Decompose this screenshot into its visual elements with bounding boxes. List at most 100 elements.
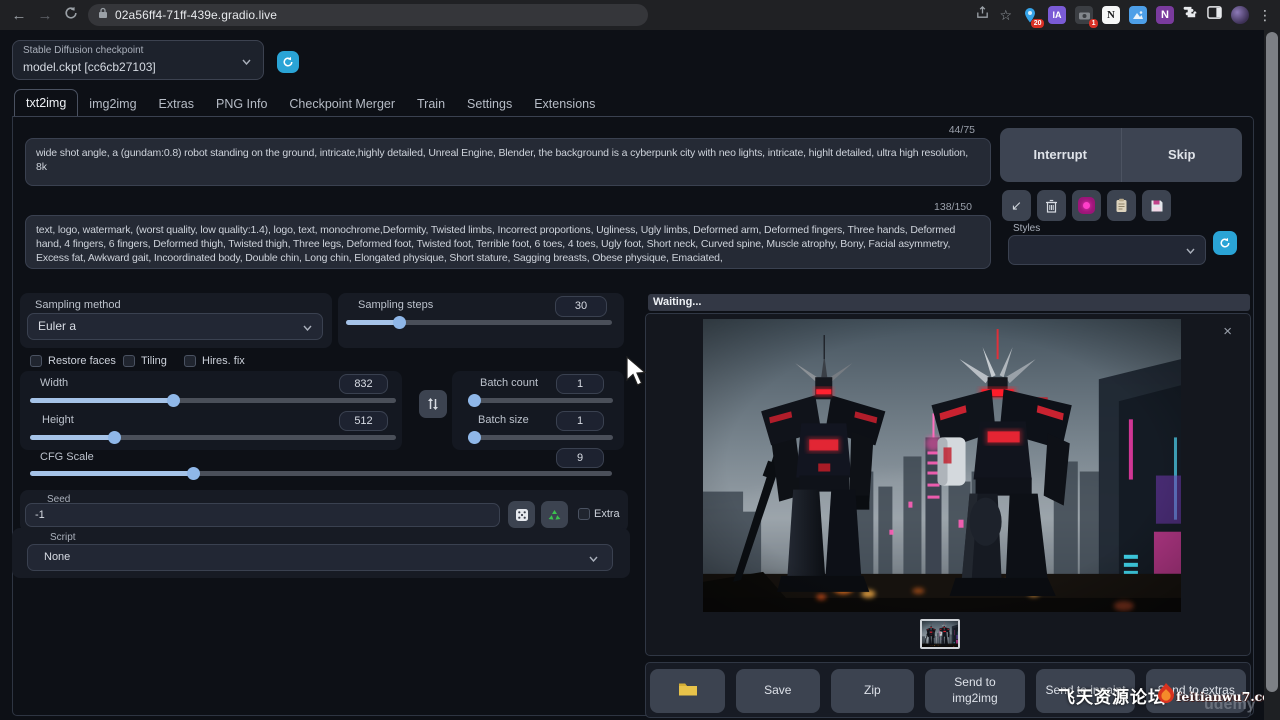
reload-icon[interactable] <box>58 6 84 25</box>
height-slider[interactable] <box>30 435 396 440</box>
sampling-steps-value[interactable]: 30 <box>555 296 607 317</box>
paste-generation-params-button[interactable]: ↙ <box>1002 190 1031 221</box>
extension-photos-icon[interactable] <box>1129 6 1147 24</box>
swap-arrows-icon <box>427 397 439 411</box>
interrupt-button[interactable]: Interrupt <box>1000 128 1121 182</box>
skip-button[interactable]: Skip <box>1122 128 1243 182</box>
browser-menu-icon[interactable]: ⋮ <box>1258 7 1272 24</box>
checkpoint-label: Stable Diffusion checkpoint <box>23 45 143 56</box>
seed-input[interactable]: -1 <box>25 503 500 527</box>
extension-capture-icon[interactable]: 1 <box>1075 6 1093 24</box>
gallery-thumbnail[interactable] <box>920 619 960 649</box>
sampling-steps-slider[interactable] <box>346 320 612 325</box>
sampling-method-dropdown[interactable]: Euler a <box>27 313 323 340</box>
progress-bar: Waiting... <box>648 294 1250 311</box>
url-bar[interactable]: 02a56ff4-71ff-439e.gradio.live <box>88 4 648 26</box>
batch-size-value[interactable]: 1 <box>556 411 604 431</box>
styles-dropdown[interactable] <box>1008 235 1206 265</box>
tab-txt2img[interactable]: txt2img <box>14 89 78 117</box>
url-text: 02a56ff4-71ff-439e.gradio.live <box>115 8 277 22</box>
extension-notion-icon[interactable]: N <box>1102 6 1120 24</box>
recycle-icon <box>547 508 562 522</box>
back-icon[interactable]: ← <box>6 7 32 24</box>
negative-prompt-input[interactable] <box>25 215 991 269</box>
scrollbar-thumb[interactable] <box>1266 32 1278 692</box>
lock-icon <box>98 6 108 24</box>
generate-button-group: Interrupt Skip <box>1000 128 1242 182</box>
tab-extensions[interactable]: Extensions <box>523 91 606 117</box>
tiling-checkbox[interactable] <box>123 355 135 367</box>
width-slider[interactable] <box>30 398 396 403</box>
prompt-input[interactable] <box>25 138 991 186</box>
mouse-cursor <box>626 356 648 388</box>
tab-checkpoint-merger[interactable]: Checkpoint Merger <box>278 91 406 117</box>
width-value[interactable]: 832 <box>339 374 388 394</box>
script-label: Script <box>50 532 76 543</box>
tab-settings[interactable]: Settings <box>456 91 523 117</box>
batch-count-slider[interactable] <box>468 398 613 403</box>
apply-styles-button[interactable] <box>1107 190 1136 221</box>
dice-icon <box>515 508 529 522</box>
clipboard-icon <box>1115 198 1128 213</box>
tab-png-info[interactable]: PNG Info <box>205 91 278 117</box>
batch-size-label: Batch size <box>478 414 529 426</box>
extra-seed-checkbox[interactable] <box>578 508 590 520</box>
forward-icon[interactable]: → <box>32 7 58 24</box>
checkpoint-refresh-button[interactable] <box>277 51 299 73</box>
clear-prompt-button[interactable] <box>1037 190 1066 221</box>
extension-ia-icon[interactable]: IA <box>1048 6 1066 24</box>
pin-badge: 20 <box>1031 19 1044 28</box>
capture-badge: 1 <box>1089 19 1098 28</box>
pink-dot-icon <box>1078 197 1095 214</box>
send-to-extras-button[interactable]: Send to extras <box>1146 669 1246 713</box>
reuse-seed-button[interactable] <box>541 501 568 528</box>
tab-img2img[interactable]: img2img <box>78 91 147 117</box>
save-button[interactable]: Save <box>736 669 820 713</box>
bookmark-star-icon[interactable]: ☆ <box>999 7 1012 24</box>
tab-train[interactable]: Train <box>406 91 456 117</box>
output-actions-panel: Save Zip Send to img2img Send to inpaint… <box>645 662 1251 718</box>
hires-fix-checkbox[interactable] <box>184 355 196 367</box>
trash-icon <box>1045 199 1058 213</box>
batch-count-value[interactable]: 1 <box>556 374 604 394</box>
sampling-method-label: Sampling method <box>35 299 121 311</box>
send-to-img2img-button[interactable]: Send to img2img <box>925 669 1025 713</box>
side-panel-icon[interactable] <box>1207 5 1222 25</box>
script-dropdown[interactable]: None <box>27 544 613 571</box>
height-label: Height <box>42 414 74 426</box>
send-to-inpaint-button[interactable]: Send to inpaint <box>1036 669 1136 713</box>
checkpoint-dropdown[interactable]: Stable Diffusion checkpoint model.ckpt [… <box>12 40 264 80</box>
swap-dimensions-button[interactable] <box>419 390 447 418</box>
extension-onenote-icon[interactable]: N <box>1156 6 1174 24</box>
chevron-down-icon <box>242 59 251 65</box>
zip-button[interactable]: Zip <box>831 669 915 713</box>
generated-image[interactable] <box>703 319 1181 612</box>
negative-token-counter: 138/150 <box>912 201 972 213</box>
batch-size-slider[interactable] <box>468 435 613 440</box>
restore-faces-checkbox[interactable] <box>30 355 42 367</box>
share-icon[interactable] <box>975 5 990 25</box>
open-folder-button[interactable] <box>650 669 725 713</box>
page-scrollbar[interactable] <box>1264 30 1280 720</box>
cfg-scale-value[interactable]: 9 <box>556 448 604 468</box>
extra-seed-label: Extra <box>594 508 620 520</box>
arrow-down-left-icon: ↙ <box>1011 198 1022 214</box>
tab-extras[interactable]: Extras <box>148 91 205 117</box>
profile-avatar[interactable] <box>1231 6 1249 24</box>
output-gallery: × <box>645 313 1251 656</box>
styles-refresh-button[interactable] <box>1213 231 1237 255</box>
browser-toolbar: ← → 02a56ff4-71ff-439e.gradio.live ☆ 20 … <box>0 0 1280 30</box>
sampling-steps-block: Sampling steps 30 <box>338 293 624 348</box>
height-value[interactable]: 512 <box>339 411 388 431</box>
save-style-button[interactable] <box>1142 190 1171 221</box>
chevron-down-icon <box>303 325 312 331</box>
cfg-scale-slider[interactable] <box>30 471 612 476</box>
extension-pin-icon[interactable]: 20 <box>1021 6 1039 24</box>
script-value: None <box>44 551 70 563</box>
extensions-puzzle-icon[interactable] <box>1183 5 1198 25</box>
sampling-steps-label: Sampling steps <box>358 299 433 311</box>
random-seed-button[interactable] <box>508 501 535 528</box>
batch-count-label: Batch count <box>480 377 538 389</box>
close-icon[interactable]: × <box>1223 324 1232 339</box>
extra-networks-button[interactable] <box>1072 190 1101 221</box>
